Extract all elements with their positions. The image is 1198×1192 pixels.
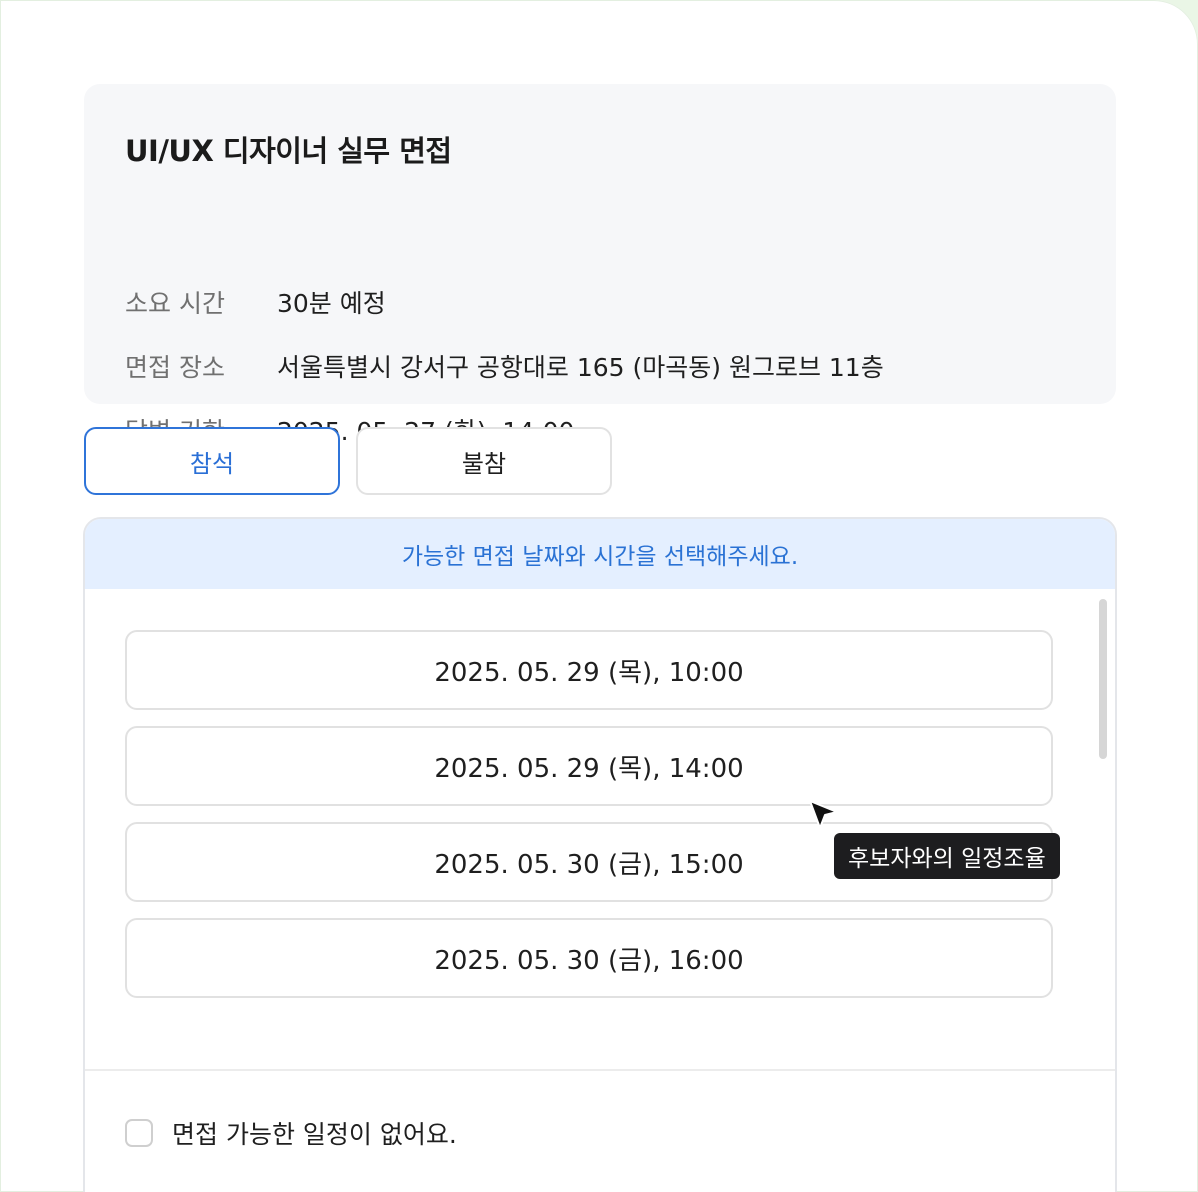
info-value: 30분 예정 bbox=[277, 289, 386, 318]
interview-response-page: UI/UX 디자이너 실무 면접 소요 시간 30분 예정 면접 장소 서울특별시 … bbox=[0, 0, 1198, 1192]
tooltip: 후보자와의 일정조율 bbox=[834, 833, 1060, 879]
interview-info-card: UI/UX 디자이너 실무 면접 소요 시간 30분 예정 면접 장소 서울특별시 … bbox=[84, 84, 1116, 446]
info-value: 서울특별시 강서구 공항대로 165 (마곡동) 원그로브 11층 bbox=[277, 353, 884, 382]
slot-prompt-banner: 가능한 면접 날짜와 시간을 선택해주세요. bbox=[85, 519, 1115, 589]
no-slot-checkbox[interactable] bbox=[125, 1119, 153, 1147]
no-available-slot-option[interactable]: 면접 가능한 일정이 없어요. bbox=[125, 1115, 457, 1151]
divider bbox=[85, 1069, 1115, 1071]
mouse-pointer-icon bbox=[809, 800, 838, 829]
time-slot-option[interactable]: 2025. 05. 29 (목), 10:00 bbox=[125, 630, 1053, 710]
decline-button[interactable]: 불참 bbox=[356, 427, 612, 495]
interview-title: UI/UX 디자이너 실무 면접 bbox=[125, 134, 452, 168]
slot-list-scrollbar[interactable] bbox=[1099, 599, 1107, 759]
info-row-duration: 소요 시간 30분 예정 bbox=[125, 284, 386, 320]
time-slot-option[interactable]: 2025. 05. 30 (금), 16:00 bbox=[125, 918, 1053, 998]
time-slot-option[interactable]: 2025. 05. 29 (목), 14:00 bbox=[125, 726, 1053, 806]
no-slot-label: 면접 가능한 일정이 없어요. bbox=[172, 1120, 457, 1149]
info-label: 소요 시간 bbox=[125, 289, 225, 318]
info-label: 면접 장소 bbox=[125, 353, 225, 382]
info-row-location: 면접 장소 서울특별시 강서구 공항대로 165 (마곡동) 원그로브 11층 bbox=[125, 348, 884, 384]
attend-button[interactable]: 참석 bbox=[84, 427, 340, 495]
